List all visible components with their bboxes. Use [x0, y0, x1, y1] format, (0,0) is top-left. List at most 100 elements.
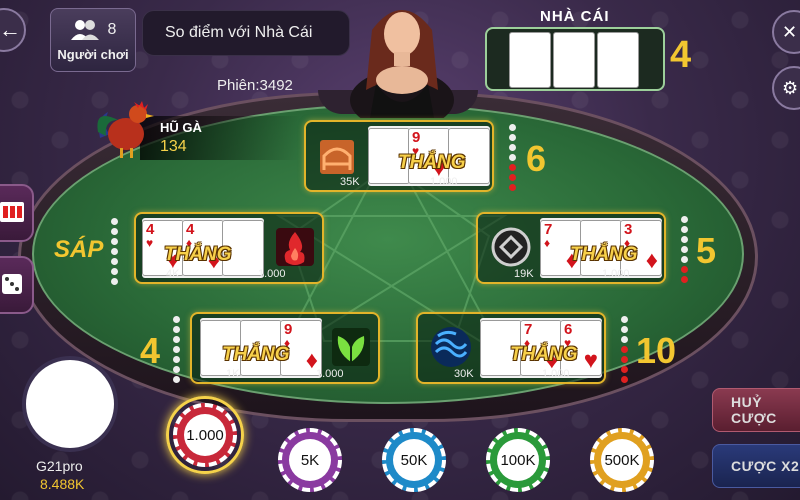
bet-total: 1K	[226, 368, 240, 380]
card-rank: 6	[564, 321, 573, 338]
bet-total: 30K	[454, 368, 474, 380]
dice-icon	[2, 274, 22, 294]
score-dots	[506, 124, 518, 191]
card-rank: 9	[412, 129, 421, 146]
chip-label: 50K	[393, 439, 435, 481]
card-rank: 4	[226, 221, 235, 238]
dealer-label: NHÀ CÁI	[540, 8, 610, 25]
card-rank: 9	[284, 321, 293, 338]
dealer-card-1: 6 ♦ ♦	[509, 32, 551, 88]
card-rank: 3	[452, 129, 461, 146]
result-label: THẮNG	[398, 152, 466, 173]
card-rank: 7	[244, 321, 253, 338]
jackpot-title: HŨ GÀ	[160, 120, 202, 135]
card-rank: 7	[484, 321, 493, 338]
card-suit-large: ♠	[473, 155, 486, 182]
card-rank: 4	[146, 221, 155, 238]
result-label: THẮNG	[222, 344, 290, 365]
result-label: THẮNG	[164, 244, 232, 265]
user-avatar[interactable]	[22, 356, 118, 452]
double-bet-button[interactable]: CƯỢC X2	[712, 444, 800, 488]
slot-machine-icon	[0, 202, 24, 222]
chip-5k[interactable]: 5K	[278, 428, 342, 492]
rooster-icon	[92, 98, 156, 160]
chip-500k[interactable]: 500K	[590, 428, 654, 492]
bet-mine: 1.000	[602, 268, 630, 280]
fire-emblem-icon	[268, 220, 322, 274]
chip-label: 500K	[601, 439, 643, 481]
bet-mine: 1.000	[542, 368, 570, 380]
bet-total: 35K	[340, 176, 360, 188]
chip-label: 100K	[497, 439, 539, 481]
card-suit: ♠	[372, 144, 379, 158]
dealer-card-2: 2 ♠ ♠	[553, 32, 595, 88]
card-suit: ♦	[513, 48, 520, 62]
card-rank: 2	[557, 33, 566, 50]
jackpot-value: 134	[160, 138, 187, 155]
dealer-avatar	[342, 0, 462, 130]
sap-label: SÁP	[54, 236, 104, 263]
chip-50k[interactable]: 50K	[382, 428, 446, 492]
dealer-card-3: 6 ♣ ♣	[597, 32, 639, 88]
users-icon	[70, 19, 99, 40]
chip-label: 1.000	[184, 414, 226, 456]
card-suit-large: ♥	[583, 347, 598, 374]
players-label: Người chơi	[57, 46, 129, 62]
dice-game-button[interactable]	[0, 256, 34, 314]
score-wood: 4	[140, 330, 161, 371]
bet-total: 19K	[514, 268, 534, 280]
score-dots	[108, 218, 120, 285]
card-rank: 6	[601, 33, 610, 50]
cancel-bet-button[interactable]: HUỶ CƯỢC	[712, 388, 800, 432]
result-label: THẮNG	[570, 244, 638, 265]
players-button[interactable]: 8 Người chơi	[50, 8, 136, 72]
metal-emblem-icon	[484, 220, 538, 274]
close-icon: ✕	[782, 21, 798, 42]
chip-1000[interactable]: 1.000	[173, 403, 237, 467]
slot-game-button[interactable]	[0, 184, 34, 242]
card-suit-large: ♠	[578, 59, 591, 86]
card-rank: 5	[584, 221, 593, 238]
card-suit: ♥	[146, 236, 154, 250]
card-rank: 3	[624, 221, 633, 238]
card-suit-large: ♦	[534, 59, 547, 86]
score-water: 10	[636, 330, 677, 371]
card-rank: 7	[524, 321, 533, 338]
card-rank: 4	[186, 221, 195, 238]
bet-box-earth[interactable]: 4 ♠ ♠ 9 ♥ ♥ 3 ♠ ♠ THẮNG 35K 1.000	[304, 120, 494, 192]
score-dots	[678, 216, 690, 283]
score-earth: 6	[526, 138, 547, 179]
session-label: Phiên:3492	[217, 77, 293, 94]
card-suit: ♣	[601, 48, 609, 62]
user-name: G21pro	[36, 458, 83, 474]
leaf-emblem-icon	[324, 320, 378, 374]
gear-icon: ⚙	[782, 77, 799, 98]
game-description: So điểm với Nhà Cái	[142, 10, 350, 56]
card-suit-large: ♦	[645, 247, 658, 274]
arrow-left-icon: ←	[0, 17, 21, 42]
card-rank: 8	[204, 321, 213, 338]
bet-box-wood[interactable]: 8 ♣ ♣ 7 ♣ ♣ 9 ♦ ♦ THẮNG 1K 1.000	[190, 312, 380, 384]
card-suit: ♠	[557, 48, 564, 62]
card-suit: ♠	[484, 336, 491, 350]
score-dots	[618, 316, 630, 383]
bet-box-water[interactable]: 7 ♠ ♠ 7 ♦ ♦ 6 ♥ ♥ THẮNG 30K 1.000	[416, 312, 606, 384]
card-suit-large: ♣	[619, 59, 635, 86]
bet-mine: 1.000	[316, 368, 344, 380]
user-balance: 8.488K	[40, 476, 85, 492]
players-count: 8	[107, 20, 117, 38]
score-dots	[170, 316, 182, 383]
bet-box-fire[interactable]: 4 ♥ ♥ 4 ♦ ♦ 4 ♣ ♣ THẮNG 4K 1.000	[134, 212, 324, 284]
bet-box-metal[interactable]: 7 ♦ ♦ 5 ♣ ♣ 3 ♦ ♦ THẮNG 19K 1.000	[476, 212, 666, 284]
chip-label: 5K	[289, 439, 331, 481]
bet-total: 4K	[166, 268, 180, 280]
card-rank: 6	[513, 33, 522, 50]
result-label: THẮNG	[510, 344, 578, 365]
card-rank: 4	[372, 129, 381, 146]
card-suit: ♦	[544, 236, 551, 250]
bet-mine: 1.000	[258, 268, 286, 280]
earth-emblem-icon	[310, 128, 364, 182]
chip-100k[interactable]: 100K	[486, 428, 550, 492]
bet-mine: 1.000	[430, 176, 458, 188]
water-emblem-icon	[424, 320, 478, 374]
